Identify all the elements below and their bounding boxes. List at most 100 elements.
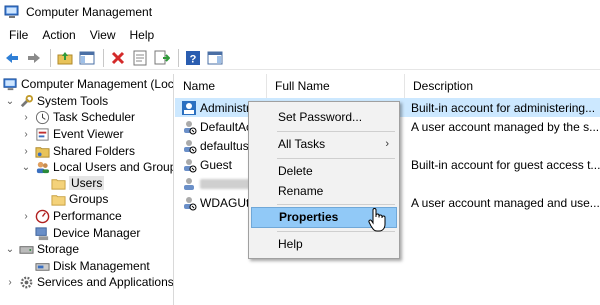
toolbar: ?	[0, 46, 600, 70]
toolbar-separator	[50, 48, 51, 67]
computer-management-icon	[2, 76, 18, 92]
tree-item-label: Shared Folders	[53, 144, 136, 158]
chevron-down-icon[interactable]: ⌄	[4, 93, 16, 109]
user-description: A user account managed and use...	[411, 195, 600, 210]
chevron-down-icon[interactable]: ⌄	[4, 241, 16, 257]
context-menu-separator	[277, 131, 395, 132]
user-icon	[182, 100, 196, 115]
user-name: DefaultAc	[200, 119, 253, 134]
tree-item-label: Task Scheduler	[53, 110, 136, 124]
up-folder-icon	[57, 51, 73, 64]
services-icon	[18, 274, 34, 290]
disabled-user-icon	[184, 158, 197, 172]
forward-button[interactable]	[24, 48, 44, 68]
column-header-description[interactable]: Description	[405, 74, 600, 99]
show-hide-action-pane-button[interactable]	[205, 48, 225, 68]
column-header-full-name[interactable]: Full Name	[267, 74, 405, 99]
device-manager-icon	[34, 225, 50, 241]
shared-folder-icon	[34, 143, 50, 159]
users-groups-icon	[34, 159, 50, 175]
properties-button[interactable]	[130, 48, 150, 68]
mouse-pointer-icon	[368, 208, 386, 232]
chevron-right-icon[interactable]: ›	[20, 208, 32, 224]
event-viewer-icon	[34, 126, 50, 142]
tree-item-label: Users	[69, 176, 105, 190]
toolbar-separator	[103, 48, 104, 67]
context-menu-separator	[277, 204, 395, 205]
help-button[interactable]: ?	[183, 48, 203, 68]
console-tree: Computer Management (Local ⌄ System Tool…	[0, 74, 174, 305]
disabled-user-icon	[184, 120, 197, 134]
chevron-right-icon[interactable]: ›	[4, 274, 16, 290]
computer-management-icon	[4, 5, 19, 18]
delete-button[interactable]	[108, 48, 128, 68]
user-description: Built-in account for guest access t...	[411, 157, 600, 172]
storage-icon	[18, 241, 34, 257]
tree-item-performance[interactable]: › Performance	[20, 208, 121, 224]
context-menu-rename[interactable]: Rename	[251, 181, 397, 202]
up-one-level-button[interactable]	[55, 48, 75, 68]
svg-text:?: ?	[190, 53, 197, 65]
menu-file[interactable]: File	[2, 24, 35, 46]
user-name: Guest	[200, 157, 233, 172]
tree-item-device-manager[interactable]: Device Manager	[34, 225, 140, 241]
tree-item-label: Device Manager	[53, 226, 141, 240]
submenu-arrow-icon: ›	[385, 138, 389, 150]
column-header-name[interactable]: Name	[175, 74, 267, 99]
tree-item-shared-folders[interactable]: › Shared Folders	[20, 143, 135, 159]
tree-item-local-users-and-groups[interactable]: ⌄ Local Users and Groups	[20, 159, 174, 175]
tree-item-system-tools[interactable]: ⌄ System Tools	[4, 93, 108, 109]
tree-item-label: System Tools	[37, 94, 109, 108]
action-pane-icon	[207, 51, 223, 64]
tree-item-label: Services and Applications	[37, 275, 174, 289]
properties-icon	[133, 50, 147, 65]
user-description: A user account managed by the s...	[411, 119, 600, 134]
context-menu-all-tasks[interactable]: All Tasks ›	[251, 134, 397, 155]
context-menu-set-password[interactable]: Set Password...	[251, 107, 397, 128]
toolbar-separator	[178, 48, 179, 67]
chevron-right-icon[interactable]: ›	[20, 126, 32, 142]
show-hide-console-tree-button[interactable]	[77, 48, 97, 68]
context-menu-delete[interactable]: Delete	[251, 161, 397, 182]
tree-item-storage[interactable]: ⌄ Storage	[4, 241, 79, 257]
list-header: Name Full Name Description	[175, 74, 600, 99]
clock-icon	[34, 109, 50, 125]
folder-icon	[50, 191, 66, 207]
tree-item-task-scheduler[interactable]: › Task Scheduler	[20, 109, 135, 125]
tree-item-disk-management[interactable]: Disk Management	[34, 258, 150, 274]
user-description: Built-in account for administering...	[411, 100, 596, 115]
chevron-right-icon[interactable]: ›	[20, 109, 32, 125]
menu-action[interactable]: Action	[35, 24, 82, 46]
window-title: Computer Management	[26, 5, 153, 19]
tree-item-computer-management[interactable]: Computer Management (Local	[2, 76, 173, 92]
back-arrow-icon	[6, 52, 18, 63]
help-icon: ?	[186, 50, 200, 65]
tree-item-label: Groups	[69, 192, 109, 206]
context-menu-separator	[277, 158, 395, 159]
show-hide-tree-icon	[79, 51, 95, 64]
context-menu-help[interactable]: Help	[251, 234, 397, 255]
delete-icon	[111, 51, 125, 64]
title-bar: Computer Management	[0, 0, 600, 24]
context-menu-all-tasks-label: All Tasks	[278, 137, 326, 151]
menu-view[interactable]: View	[83, 24, 123, 46]
tree-item-label: Storage	[37, 242, 80, 256]
tree-item-label: Local Users and Groups	[53, 160, 174, 174]
folder-icon	[50, 175, 66, 191]
system-tools-icon	[18, 93, 34, 109]
export-list-icon	[154, 50, 170, 64]
tree-item-groups[interactable]: Groups	[50, 191, 108, 207]
chevron-right-icon[interactable]: ›	[20, 143, 32, 159]
user-icon	[184, 177, 194, 190]
back-button[interactable]	[2, 48, 22, 68]
performance-icon	[34, 208, 50, 224]
tree-item-event-viewer[interactable]: › Event Viewer	[20, 126, 123, 142]
menu-help[interactable]: Help	[123, 24, 162, 46]
menu-bar: File Action View Help	[0, 24, 600, 46]
tree-item-users[interactable]: Users	[50, 175, 105, 191]
disabled-user-icon	[184, 196, 197, 210]
export-list-button[interactable]	[152, 48, 172, 68]
tree-item-services-and-applications[interactable]: › Services and Applications	[4, 274, 174, 290]
chevron-down-icon[interactable]: ⌄	[20, 159, 32, 175]
tree-item-label: Event Viewer	[53, 127, 124, 141]
